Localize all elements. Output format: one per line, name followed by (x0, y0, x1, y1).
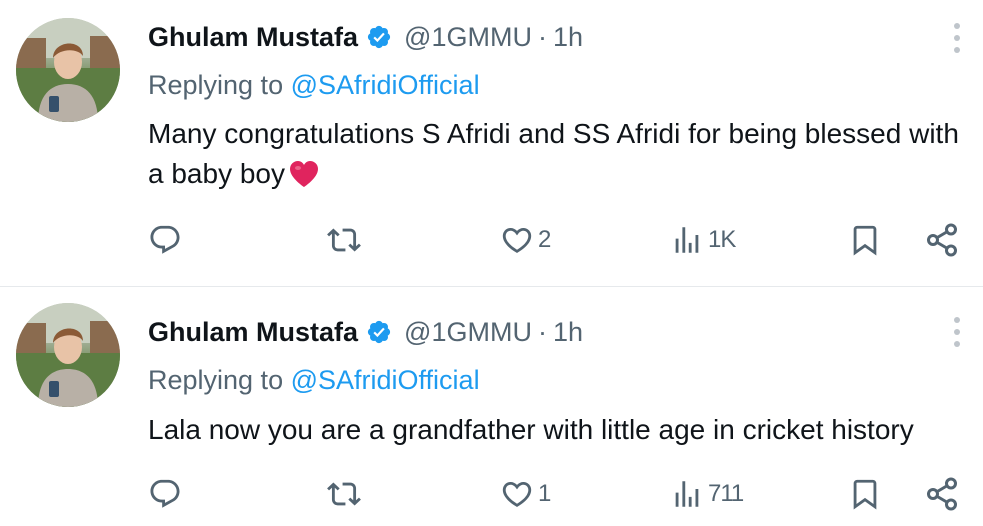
tweet-text: Many congratulations S Afridi and SS Afr… (148, 114, 968, 194)
mention-link[interactable]: @SAfridiOfficial (291, 365, 480, 395)
red-heart-emoji-icon (289, 159, 319, 187)
retweet-icon (327, 228, 361, 252)
reply-icon (150, 479, 180, 508)
like-icon (502, 227, 532, 253)
retweet-icon (327, 482, 361, 506)
author-handle[interactable]: @1GMMU (404, 315, 532, 349)
tweet-text-content: Many congratulations S Afridi and SS Afr… (148, 118, 959, 189)
share-button[interactable] (924, 218, 960, 262)
share-button[interactable] (924, 472, 960, 516)
author-name[interactable]: Ghulam Mustafa (148, 315, 358, 349)
more-options-icon[interactable] (947, 20, 967, 56)
tweet-header: Ghulam Mustafa @1GMMU · 1h (148, 20, 583, 54)
retweet-button[interactable] (326, 472, 366, 516)
views-count: 1K (708, 226, 736, 253)
tweet-text-content: Lala now you are a grandfather with litt… (148, 414, 914, 445)
views-button[interactable]: 1K (670, 218, 736, 262)
reply-icon (150, 225, 180, 254)
share-icon (927, 477, 957, 511)
bookmark-button[interactable] (848, 218, 882, 262)
author-handle[interactable]: @1GMMU (404, 20, 532, 54)
bookmark-icon (853, 225, 877, 256)
reply-button[interactable] (148, 472, 186, 516)
tweet-header: Ghulam Mustafa @1GMMU · 1h (148, 315, 583, 349)
verified-badge-icon (366, 24, 392, 50)
timestamp[interactable]: 1h (553, 20, 583, 54)
separator-dot: · (537, 22, 547, 52)
like-icon (502, 481, 532, 507)
more-options-icon[interactable] (947, 314, 967, 350)
verified-badge-icon (366, 319, 392, 345)
share-icon (927, 223, 957, 257)
separator-dot: · (537, 317, 547, 347)
reply-button[interactable] (148, 218, 186, 262)
bookmark-icon (853, 479, 877, 510)
tweet[interactable]: Ghulam Mustafa @1GMMU · 1h Replying to @… (0, 0, 983, 286)
replying-to: Replying to @SAfridiOfficial (148, 363, 480, 397)
views-button[interactable]: 711 (670, 472, 744, 516)
avatar[interactable] (16, 303, 120, 407)
author-name[interactable]: Ghulam Mustafa (148, 20, 358, 54)
like-button[interactable]: 2 (500, 218, 551, 262)
replying-to: Replying to @SAfridiOfficial (148, 68, 480, 102)
bookmark-button[interactable] (848, 472, 882, 516)
avatar[interactable] (16, 18, 120, 122)
views-icon (675, 227, 699, 253)
views-count: 711 (708, 480, 744, 507)
views-icon (675, 481, 699, 507)
mention-link[interactable]: @SAfridiOfficial (291, 70, 480, 100)
tweet-actions: 1 711 (148, 472, 960, 516)
replying-prefix: Replying to (148, 365, 284, 395)
tweet-actions: 2 1K (148, 218, 960, 262)
like-button[interactable]: 1 (500, 472, 551, 516)
timestamp[interactable]: 1h (553, 315, 583, 349)
like-count: 2 (538, 226, 551, 253)
like-count: 1 (538, 480, 551, 507)
retweet-button[interactable] (326, 218, 366, 262)
tweet-text: Lala now you are a grandfather with litt… (148, 410, 968, 450)
replying-prefix: Replying to (148, 70, 284, 100)
